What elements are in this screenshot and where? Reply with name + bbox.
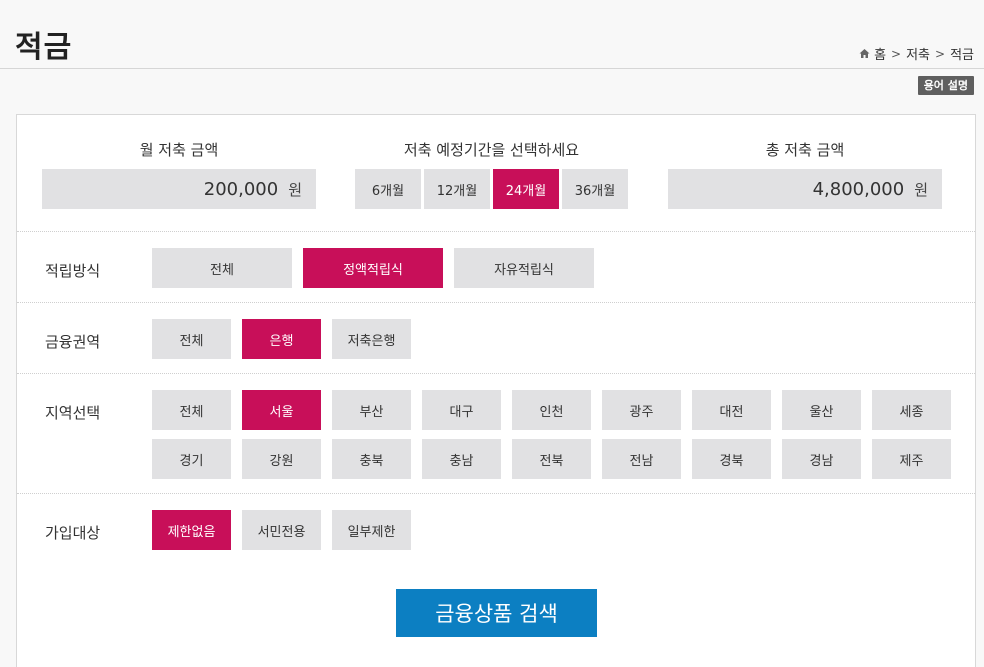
method-label: 적립방식 xyxy=(45,262,101,280)
breadcrumb: 홈 > 저축 > 적금 xyxy=(859,44,974,63)
total-amount-value: 4,800,000 xyxy=(812,178,905,200)
region-option-button[interactable]: 제주 xyxy=(872,439,951,479)
glossary-button[interactable]: 용어 설명 xyxy=(917,76,974,95)
method-fixed-button[interactable]: 정액적립식 xyxy=(303,248,443,288)
region-option-button[interactable]: 충북 xyxy=(332,439,411,479)
region-option-button[interactable]: 경남 xyxy=(782,439,861,479)
region-label: 지역선택 xyxy=(45,404,101,422)
region-option-button[interactable]: 경북 xyxy=(692,439,771,479)
sector-label: 금융권역 xyxy=(45,333,101,351)
region-option-button[interactable]: 경기 xyxy=(152,439,231,479)
page-title: 적금 xyxy=(15,30,73,65)
monthly-amount-unit: 원 xyxy=(288,180,302,199)
divider xyxy=(17,373,975,374)
divider xyxy=(17,493,975,494)
region-option-button[interactable]: 충남 xyxy=(422,439,501,479)
divider xyxy=(17,231,975,232)
target-low-income-button[interactable]: 서민전용 xyxy=(242,510,321,550)
period-12-button[interactable]: 12개월 xyxy=(424,169,490,209)
amount-row: 월 저축 금액 200,000 원 저축 예정기간을 선택하세요 6개월 12개… xyxy=(17,115,975,232)
region-option-button[interactable]: 대전 xyxy=(692,390,771,430)
target-label: 가입대상 xyxy=(45,524,101,542)
region-option-button[interactable]: 광주 xyxy=(602,390,681,430)
region-option-button[interactable]: 강원 xyxy=(242,439,321,479)
sector-bank-button[interactable]: 은행 xyxy=(242,319,321,359)
total-amount-block: 총 저축 금액 4,800,000 원 xyxy=(668,139,942,209)
period-selector: 6개월 12개월 24개월 36개월 xyxy=(355,169,628,209)
target-unlimited-button[interactable]: 제한없음 xyxy=(152,510,231,550)
target-partial-button[interactable]: 일부제한 xyxy=(332,510,411,550)
breadcrumb-savings[interactable]: 저축 xyxy=(906,44,930,63)
monthly-amount-block: 월 저축 금액 200,000 원 xyxy=(42,139,316,209)
total-amount-label: 총 저축 금액 xyxy=(765,141,845,159)
monthly-amount-value: 200,000 xyxy=(203,178,279,200)
method-free-button[interactable]: 자유적립식 xyxy=(454,248,594,288)
region-option-button[interactable]: 부산 xyxy=(332,390,411,430)
region-option-button[interactable]: 대구 xyxy=(422,390,501,430)
period-6-button[interactable]: 6개월 xyxy=(355,169,421,209)
sector-savings-bank-button[interactable]: 저축은행 xyxy=(332,319,411,359)
divider xyxy=(17,302,975,303)
region-option-button[interactable]: 인천 xyxy=(512,390,591,430)
sector-all-button[interactable]: 전체 xyxy=(152,319,231,359)
region-option-button[interactable]: 전남 xyxy=(602,439,681,479)
region-option-button[interactable]: 전체 xyxy=(152,390,231,430)
breadcrumb-installment[interactable]: 적금 xyxy=(950,44,974,63)
search-button[interactable]: 금융상품 검색 xyxy=(396,589,597,637)
region-option-button[interactable]: 울산 xyxy=(782,390,861,430)
period-block: 저축 예정기간을 선택하세요 6개월 12개월 24개월 36개월 xyxy=(355,139,628,209)
breadcrumb-home[interactable]: 홈 xyxy=(874,44,886,63)
period-36-button[interactable]: 36개월 xyxy=(562,169,628,209)
header-divider xyxy=(0,68,984,69)
chevron-right-icon: > xyxy=(935,46,946,61)
period-24-button[interactable]: 24개월 xyxy=(493,169,559,209)
region-option-button[interactable]: 세종 xyxy=(872,390,951,430)
total-amount-field: 4,800,000 원 xyxy=(668,169,942,209)
region-option-button[interactable]: 전북 xyxy=(512,439,591,479)
chevron-right-icon: > xyxy=(891,46,902,61)
period-label: 저축 예정기간을 선택하세요 xyxy=(403,141,580,159)
method-all-button[interactable]: 전체 xyxy=(152,248,292,288)
monthly-amount-label: 월 저축 금액 xyxy=(139,141,219,159)
region-option-button[interactable]: 서울 xyxy=(242,390,321,430)
monthly-amount-field[interactable]: 200,000 원 xyxy=(42,169,316,209)
total-amount-unit: 원 xyxy=(914,180,928,199)
search-panel: 월 저축 금액 200,000 원 저축 예정기간을 선택하세요 6개월 12개… xyxy=(16,114,976,667)
home-icon xyxy=(859,48,870,59)
